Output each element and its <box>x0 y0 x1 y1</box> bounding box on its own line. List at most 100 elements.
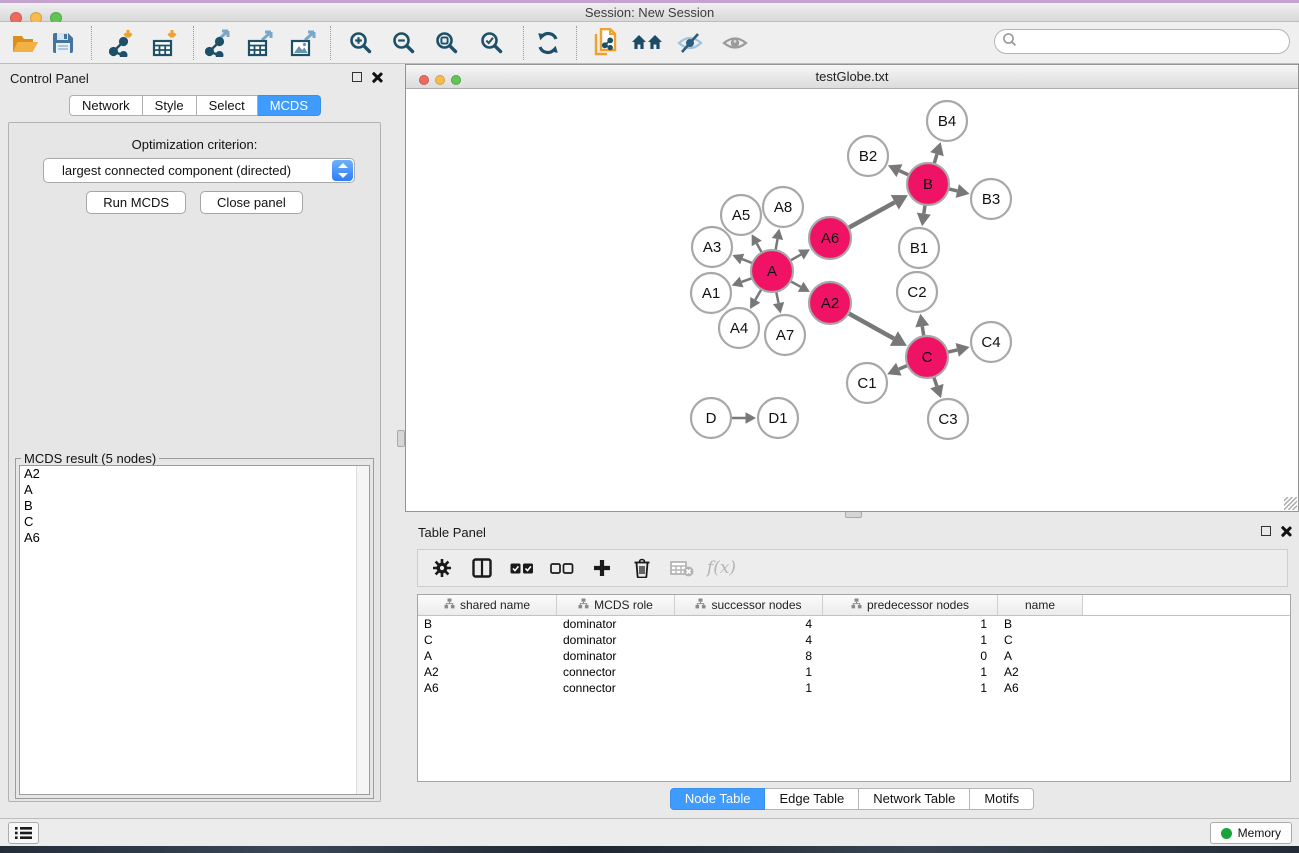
resize-grip-icon[interactable] <box>1284 497 1297 510</box>
task-history-button[interactable] <box>8 822 39 844</box>
cell-successor-nodes[interactable]: 1 <box>675 680 823 696</box>
table-row[interactable]: Adominator80A <box>418 648 1290 664</box>
result-item[interactable]: C <box>20 514 369 530</box>
delete-table-icon[interactable] <box>669 556 694 580</box>
scrollbar-track[interactable] <box>356 466 369 794</box>
homes-icon[interactable] <box>630 28 664 58</box>
network-window-titlebar[interactable]: testGlobe.txt <box>406 65 1298 89</box>
network-window-controls[interactable] <box>419 72 467 90</box>
copy-network-icon[interactable] <box>589 28 623 58</box>
column-header-predecessor-nodes[interactable]: predecessor nodes <box>823 595 998 615</box>
tab-network[interactable]: Network <box>69 95 143 116</box>
eye-icon[interactable] <box>718 28 752 58</box>
export-image-icon[interactable] <box>286 28 320 58</box>
cell-name[interactable]: B <box>998 616 1083 632</box>
horizontal-splitter-handle[interactable] <box>845 511 862 518</box>
search-input[interactable] <box>1017 34 1289 49</box>
tab-select[interactable]: Select <box>197 95 258 116</box>
select-all-icon[interactable] <box>509 556 534 580</box>
minimize-network-button[interactable] <box>435 75 445 85</box>
close-panel-icon[interactable] <box>371 72 382 83</box>
column-header-shared-name[interactable]: shared name <box>418 595 557 615</box>
cell-MCDS-role[interactable]: connector <box>557 680 675 696</box>
dropdown-stepper-icon[interactable] <box>332 160 353 181</box>
zoom-selected-icon[interactable] <box>475 28 509 58</box>
tab-edge-table[interactable]: Edge Table <box>765 788 859 810</box>
zoom-fit-icon[interactable] <box>430 28 464 58</box>
column-header-MCDS-role[interactable]: MCDS role <box>557 595 675 615</box>
cell-predecessor-nodes[interactable]: 1 <box>823 664 998 680</box>
node-table[interactable]: shared nameMCDS rolesuccessor nodesprede… <box>417 594 1291 782</box>
add-column-icon[interactable] <box>589 556 614 580</box>
cell-name[interactable]: A2 <box>998 664 1083 680</box>
tab-style[interactable]: Style <box>143 95 197 116</box>
column-header-name[interactable]: name <box>998 595 1083 615</box>
cell-shared-name[interactable]: B <box>418 616 557 632</box>
cell-shared-name[interactable]: A2 <box>418 664 557 680</box>
column-header-successor-nodes[interactable]: successor nodes <box>675 595 823 615</box>
cell-predecessor-nodes[interactable]: 0 <box>823 648 998 664</box>
vertical-splitter-handle[interactable] <box>397 430 405 447</box>
graph-node-label: C1 <box>857 375 876 392</box>
deselect-all-icon[interactable] <box>549 556 574 580</box>
hide-eye-icon[interactable] <box>673 28 707 58</box>
table-row[interactable]: A2connector11A2 <box>418 664 1290 680</box>
zoom-out-icon[interactable] <box>387 28 421 58</box>
cell-shared-name[interactable]: C <box>418 632 557 648</box>
cell-successor-nodes[interactable]: 4 <box>675 632 823 648</box>
export-network-icon[interactable] <box>201 28 235 58</box>
graph-node-label: A5 <box>732 207 750 224</box>
cell-MCDS-role[interactable]: dominator <box>557 616 675 632</box>
close-table-panel-icon[interactable] <box>1280 526 1291 537</box>
gear-icon[interactable] <box>429 556 454 580</box>
open-folder-icon[interactable] <box>8 28 42 58</box>
table-header-row[interactable]: shared nameMCDS rolesuccessor nodesprede… <box>418 595 1290 616</box>
split-column-icon[interactable] <box>469 556 494 580</box>
function-builder-icon[interactable]: f(x) <box>709 556 734 580</box>
memory-button[interactable]: Memory <box>1210 822 1292 844</box>
save-icon[interactable] <box>46 28 80 58</box>
tab-motifs[interactable]: Motifs <box>970 788 1034 810</box>
result-item[interactable]: A2 <box>20 466 369 482</box>
zoom-network-button[interactable] <box>451 75 461 85</box>
network-canvas[interactable]: AA1A2A3A4A5A6A7A8BB1B2B3B4CC1C2C3C4DD1 <box>406 89 1298 511</box>
criterion-dropdown[interactable]: largest connected component (directed) <box>43 158 355 183</box>
table-row[interactable]: A6connector11A6 <box>418 680 1290 696</box>
delete-column-icon[interactable] <box>629 556 654 580</box>
export-table-icon[interactable] <box>243 28 277 58</box>
cell-name[interactable]: A6 <box>998 680 1083 696</box>
tab-mcds[interactable]: MCDS <box>258 95 321 116</box>
cell-name[interactable]: A <box>998 648 1083 664</box>
zoom-in-icon[interactable] <box>344 28 378 58</box>
cell-successor-nodes[interactable]: 4 <box>675 616 823 632</box>
cell-predecessor-nodes[interactable]: 1 <box>823 616 998 632</box>
cell-successor-nodes[interactable]: 8 <box>675 648 823 664</box>
table-row[interactable]: Bdominator41B <box>418 616 1290 632</box>
cell-MCDS-role[interactable]: dominator <box>557 648 675 664</box>
search-input-container[interactable] <box>994 29 1290 54</box>
cell-name[interactable]: C <box>998 632 1083 648</box>
import-table-icon[interactable] <box>148 28 182 58</box>
table-row[interactable]: Cdominator41C <box>418 632 1290 648</box>
cell-predecessor-nodes[interactable]: 1 <box>823 632 998 648</box>
result-item[interactable]: A <box>20 482 369 498</box>
cell-shared-name[interactable]: A6 <box>418 680 557 696</box>
result-item[interactable]: B <box>20 498 369 514</box>
float-panel-icon[interactable] <box>352 72 362 82</box>
close-network-button[interactable] <box>419 75 429 85</box>
cell-MCDS-role[interactable]: dominator <box>557 632 675 648</box>
refresh-icon[interactable] <box>531 28 565 58</box>
mcds-result-list[interactable]: A2ABCA6 <box>19 465 370 795</box>
import-network-icon[interactable] <box>105 28 139 58</box>
cell-MCDS-role[interactable]: connector <box>557 664 675 680</box>
cell-shared-name[interactable]: A <box>418 648 557 664</box>
tab-network-table[interactable]: Network Table <box>859 788 970 810</box>
tab-node-table[interactable]: Node Table <box>670 788 766 810</box>
cell-predecessor-nodes[interactable]: 1 <box>823 680 998 696</box>
close-panel-button[interactable]: Close panel <box>200 191 303 214</box>
cell-successor-nodes[interactable]: 1 <box>675 664 823 680</box>
result-item[interactable]: A6 <box>20 530 369 546</box>
graph-node-label: A8 <box>774 199 792 216</box>
run-mcds-button[interactable]: Run MCDS <box>86 191 186 214</box>
float-table-panel-icon[interactable] <box>1261 526 1271 536</box>
